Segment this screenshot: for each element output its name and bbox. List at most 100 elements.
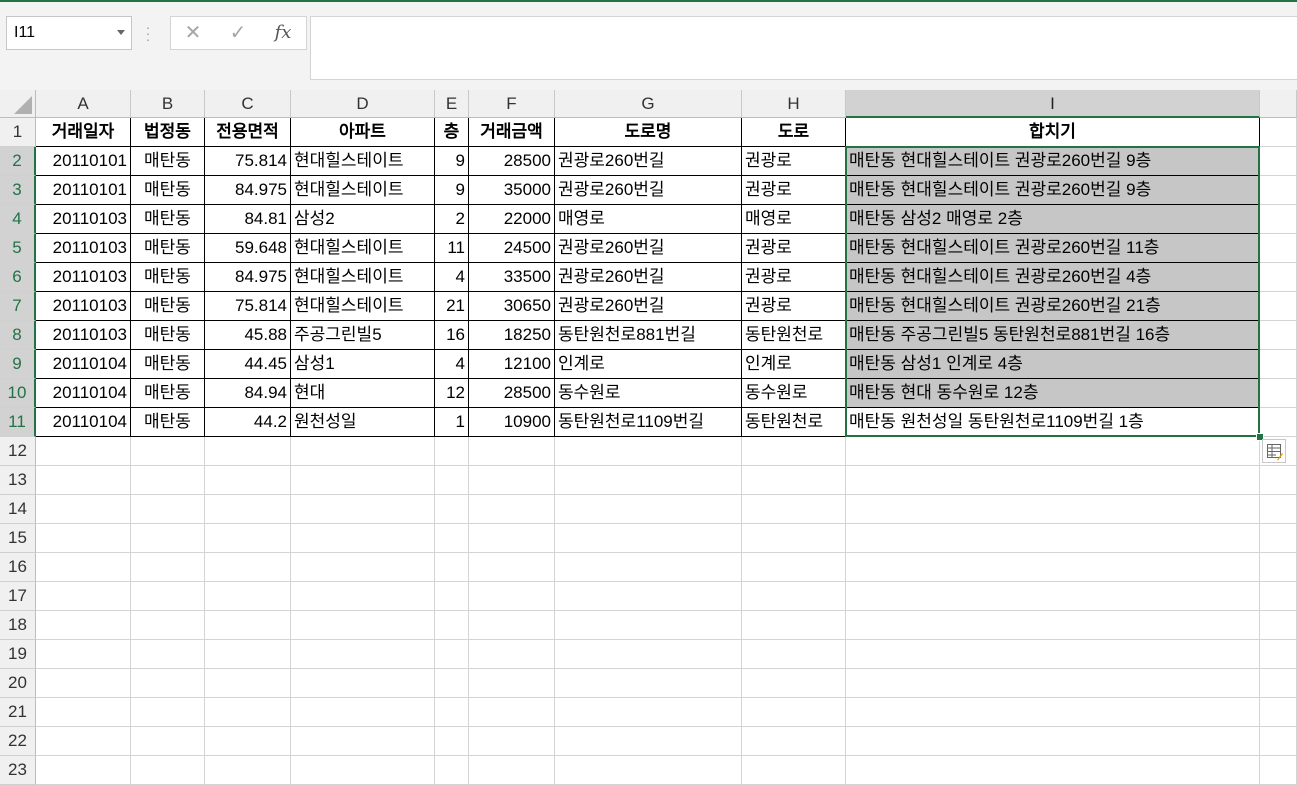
name-box[interactable]: I11 [6,16,132,50]
cell-f13[interactable] [469,466,555,495]
cell-g19[interactable] [555,640,742,669]
cell-empty[interactable] [1260,234,1297,263]
cell-b1[interactable]: 법정동 [131,118,205,147]
cell-f22[interactable] [469,727,555,756]
chevron-down-icon[interactable] [117,30,125,35]
cell-g20[interactable] [555,669,742,698]
cell-f12[interactable] [469,437,555,466]
cell-d20[interactable] [291,669,435,698]
cell-e20[interactable] [435,669,469,698]
row-header-23[interactable]: 23 [0,756,36,785]
cell-e18[interactable] [435,611,469,640]
cell-c16[interactable] [205,553,291,582]
cell-f14[interactable] [469,495,555,524]
row-header-6[interactable]: 6 [0,263,36,292]
cell-b7[interactable]: 매탄동 [131,292,205,321]
row-header-21[interactable]: 21 [0,698,36,727]
cell-c23[interactable] [205,756,291,785]
cell-d17[interactable] [291,582,435,611]
drag-handle-icon[interactable]: · · · [145,20,151,46]
cell-a10[interactable]: 20110104 [36,379,131,408]
cell-f5[interactable]: 24500 [469,234,555,263]
cell-i18[interactable] [846,611,1260,640]
cell-c21[interactable] [205,698,291,727]
cell-i20[interactable] [846,669,1260,698]
cell-i2[interactable]: 매탄동 현대힐스테이트 권광로260번길 9층 [846,147,1260,176]
cell-f9[interactable]: 12100 [469,350,555,379]
cell-empty[interactable] [1260,205,1297,234]
row-header-2[interactable]: 2 [0,147,36,176]
cell-i14[interactable] [846,495,1260,524]
cell-b20[interactable] [131,669,205,698]
cell-g11[interactable]: 동탄원천로1109번길 [555,408,742,437]
cell-h18[interactable] [742,611,846,640]
cell-i19[interactable] [846,640,1260,669]
cell-empty[interactable] [1260,582,1297,611]
cell-a12[interactable] [36,437,131,466]
cell-a1[interactable]: 거래일자 [36,118,131,147]
cell-d23[interactable] [291,756,435,785]
cell-i9[interactable]: 매탄동 삼성1 인계로 4층 [846,350,1260,379]
cell-g8[interactable]: 동탄원천로881번길 [555,321,742,350]
cell-d16[interactable] [291,553,435,582]
cell-b6[interactable]: 매탄동 [131,263,205,292]
cell-g4[interactable]: 매영로 [555,205,742,234]
cell-d21[interactable] [291,698,435,727]
cell-h15[interactable] [742,524,846,553]
cell-g22[interactable] [555,727,742,756]
cell-a11[interactable]: 20110104 [36,408,131,437]
cell-b3[interactable]: 매탄동 [131,176,205,205]
cell-b2[interactable]: 매탄동 [131,147,205,176]
column-header-i[interactable]: I [846,90,1260,118]
cell-empty[interactable] [1260,321,1297,350]
cell-b19[interactable] [131,640,205,669]
cell-empty[interactable] [1260,495,1297,524]
cell-f6[interactable]: 33500 [469,263,555,292]
row-header-19[interactable]: 19 [0,640,36,669]
cell-f8[interactable]: 18250 [469,321,555,350]
row-header-12[interactable]: 12 [0,437,36,466]
cell-h13[interactable] [742,466,846,495]
quick-analysis-button[interactable] [1262,439,1286,463]
cell-b21[interactable] [131,698,205,727]
cell-i7[interactable]: 매탄동 현대힐스테이트 권광로260번길 21층 [846,292,1260,321]
cell-c4[interactable]: 84.81 [205,205,291,234]
cell-h14[interactable] [742,495,846,524]
cell-h20[interactable] [742,669,846,698]
cell-i15[interactable] [846,524,1260,553]
cell-g5[interactable]: 권광로260번길 [555,234,742,263]
cell-a20[interactable] [36,669,131,698]
cell-i8[interactable]: 매탄동 주공그린빌5 동탄원천로881번길 16층 [846,321,1260,350]
cell-f23[interactable] [469,756,555,785]
cell-i12[interactable] [846,437,1260,466]
cell-d22[interactable] [291,727,435,756]
cell-h1[interactable]: 도로 [742,118,846,147]
cell-e13[interactable] [435,466,469,495]
cell-c9[interactable]: 44.45 [205,350,291,379]
cell-f17[interactable] [469,582,555,611]
cell-d6[interactable]: 현대힐스테이트 [291,263,435,292]
row-header-10[interactable]: 10 [0,379,36,408]
cell-g2[interactable]: 권광로260번길 [555,147,742,176]
cell-h10[interactable]: 동수원로 [742,379,846,408]
cell-e14[interactable] [435,495,469,524]
cell-d10[interactable]: 현대 [291,379,435,408]
cell-c18[interactable] [205,611,291,640]
cell-g14[interactable] [555,495,742,524]
cell-c5[interactable]: 59.648 [205,234,291,263]
row-header-4[interactable]: 4 [0,205,36,234]
cell-a6[interactable]: 20110103 [36,263,131,292]
cell-f4[interactable]: 22000 [469,205,555,234]
column-header-e[interactable]: E [435,90,469,118]
cell-e7[interactable]: 21 [435,292,469,321]
cell-f2[interactable]: 28500 [469,147,555,176]
cell-g13[interactable] [555,466,742,495]
cell-a13[interactable] [36,466,131,495]
cell-empty[interactable] [1260,727,1297,756]
cell-i17[interactable] [846,582,1260,611]
cell-c22[interactable] [205,727,291,756]
cell-e6[interactable]: 4 [435,263,469,292]
column-header-a[interactable]: A [36,90,131,118]
cell-empty[interactable] [1260,350,1297,379]
row-header-9[interactable]: 9 [0,350,36,379]
